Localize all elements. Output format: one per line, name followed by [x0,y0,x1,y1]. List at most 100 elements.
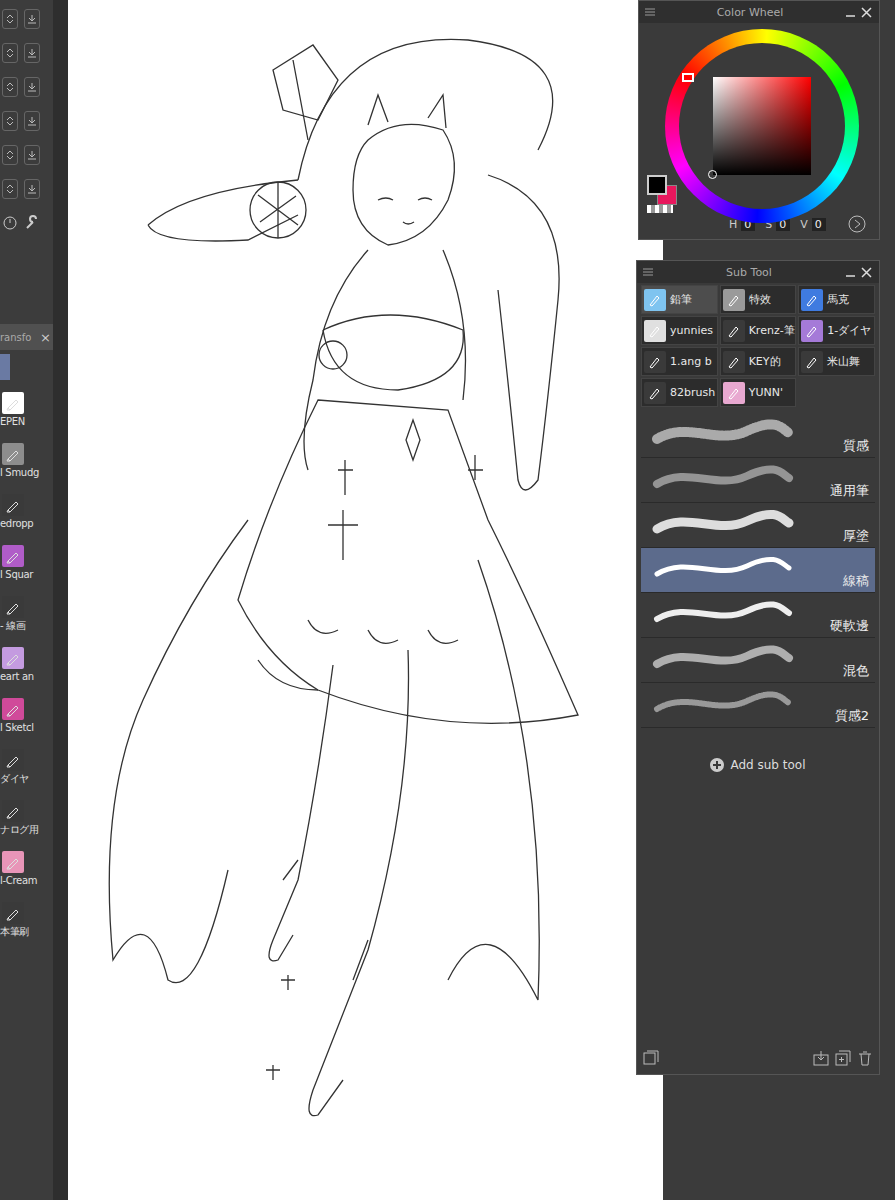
group-label: yunnies [670,324,713,337]
trash-icon[interactable] [857,1050,873,1066]
brush-item[interactable]: 通用筆 [641,458,875,503]
option-button[interactable] [2,111,18,131]
brush-stroke-preview [647,415,797,451]
brush-label: 質感 [843,437,869,455]
tool-item[interactable]: l Squar [0,545,53,581]
plus-icon [710,758,724,772]
option-button[interactable] [24,9,40,29]
brush-icon [2,749,24,771]
option-button[interactable] [24,77,40,97]
pen-icon [801,351,823,373]
brush-item[interactable]: 線稿 [641,548,875,593]
brush-stroke-preview [647,550,797,586]
timer-icon[interactable] [2,215,18,231]
tool-item[interactable]: EPEN [0,392,53,428]
tool-item[interactable]: eart an [0,647,53,683]
option-button[interactable] [2,77,18,97]
sub-tool-group-tab[interactable]: 82brush [641,378,718,407]
transparent-swatch[interactable] [647,205,673,213]
hue-marker[interactable] [682,73,694,82]
download-icon [27,116,37,126]
arrow-icon [5,150,15,160]
option-button[interactable] [24,145,40,165]
option-button[interactable] [2,179,18,199]
tool-item[interactable]: l Sketcl [0,698,53,734]
sub-tool-group-tab[interactable]: 馬克 [798,285,875,314]
brush-item[interactable]: 混色 [641,638,875,683]
panel-title-bar[interactable]: Color Wheel [639,1,879,23]
saturation-value-square[interactable] [713,77,811,175]
option-button[interactable] [2,43,18,63]
menu-icon[interactable] [645,8,655,16]
tool-item[interactable]: l Smudg [0,443,53,479]
option-button[interactable] [24,179,40,199]
hsv-value[interactable]: 0 [812,218,826,231]
sub-tool-group-tab[interactable]: Krenz-筆 [720,316,797,345]
sub-tool-group-tab[interactable]: yunnies [641,316,718,345]
group-label: 1.ang b [670,355,712,368]
tab-close-button[interactable]: × [40,330,51,345]
tool-label: eart an [0,671,34,683]
option-button[interactable] [24,43,40,63]
brush-icon [2,545,24,567]
tool-label: l Smudg [0,467,39,479]
tool-item[interactable]: ダイヤ [0,749,53,785]
add-sub-tool-button[interactable]: Add sub tool [637,728,879,772]
selected-tool-highlight [0,354,10,380]
canvas[interactable] [68,0,663,1200]
color-swatches[interactable] [645,173,679,213]
brush-item[interactable]: 質感 [641,413,875,458]
brush-label: 厚塗 [843,527,869,545]
pen-icon [723,289,745,311]
main-color-swatch[interactable] [647,175,667,195]
brush-item[interactable]: 硬軟邊 [641,593,875,638]
group-label: YUNN' [749,386,783,399]
brush-icon [2,851,24,873]
download-icon [27,82,37,92]
settings-icon[interactable] [643,1050,659,1066]
tool-option-row [2,178,53,200]
sub-tool-group-tab[interactable]: KEY的 [720,347,797,376]
pen-icon [723,351,745,373]
minimize-close-icon[interactable] [845,6,873,18]
palette-tab[interactable]: ransfo × [0,324,53,350]
group-label: 鉛筆 [670,292,692,307]
brush-item[interactable]: 質感2 [641,683,875,728]
duplicate-icon[interactable] [835,1050,851,1066]
wrench-icon[interactable] [24,215,40,231]
canvas-gutter [53,0,68,1200]
option-button[interactable] [2,9,18,29]
pen-icon [644,289,666,311]
sub-tool-group-tab[interactable]: 1.ang b [641,347,718,376]
panel-title: Color Wheel [717,6,784,19]
hue-ring[interactable] [665,29,859,223]
clip-studio-window: ransfo × EPEN l Smudg edropp l Squar - 線画 eart … [0,0,895,1200]
sub-tool-group-tab[interactable]: YUNN' [720,378,797,407]
play-icon[interactable] [848,215,866,233]
menu-icon[interactable] [643,268,653,276]
tool-item[interactable]: edropp [0,494,53,530]
color-cursor[interactable] [708,170,717,179]
brush-icon [2,902,24,924]
pen-icon [723,382,745,404]
sub-tool-group-tab[interactable]: 鉛筆 [641,285,718,314]
option-button[interactable] [2,145,18,165]
option-button[interactable] [24,111,40,131]
arrow-icon [5,14,15,24]
import-icon[interactable] [813,1050,829,1066]
sub-tool-group-tab[interactable]: 米山舞 [798,347,875,376]
tool-item[interactable]: l-Cream [0,851,53,887]
sub-tool-group-tab[interactable]: 特效 [720,285,797,314]
group-label: 馬克 [827,292,849,307]
tool-item[interactable]: 本筆刷 [0,902,53,938]
minimize-close-icon[interactable] [845,266,873,278]
brush-item[interactable]: 厚塗 [641,503,875,548]
brush-stroke-preview [647,685,797,721]
panel-title-bar[interactable]: Sub Tool [637,261,879,283]
tool-palette: ransfo × EPEN l Smudg edropp l Squar - 線画 eart … [0,0,53,1200]
sub-tool-group-tab[interactable]: 1-ダイヤ [798,316,875,345]
brush-icon [2,392,24,414]
tool-item[interactable]: ナログ用 [0,800,53,836]
tool-item[interactable]: - 線画 [0,596,53,632]
tab-label: ransfo [0,332,31,343]
